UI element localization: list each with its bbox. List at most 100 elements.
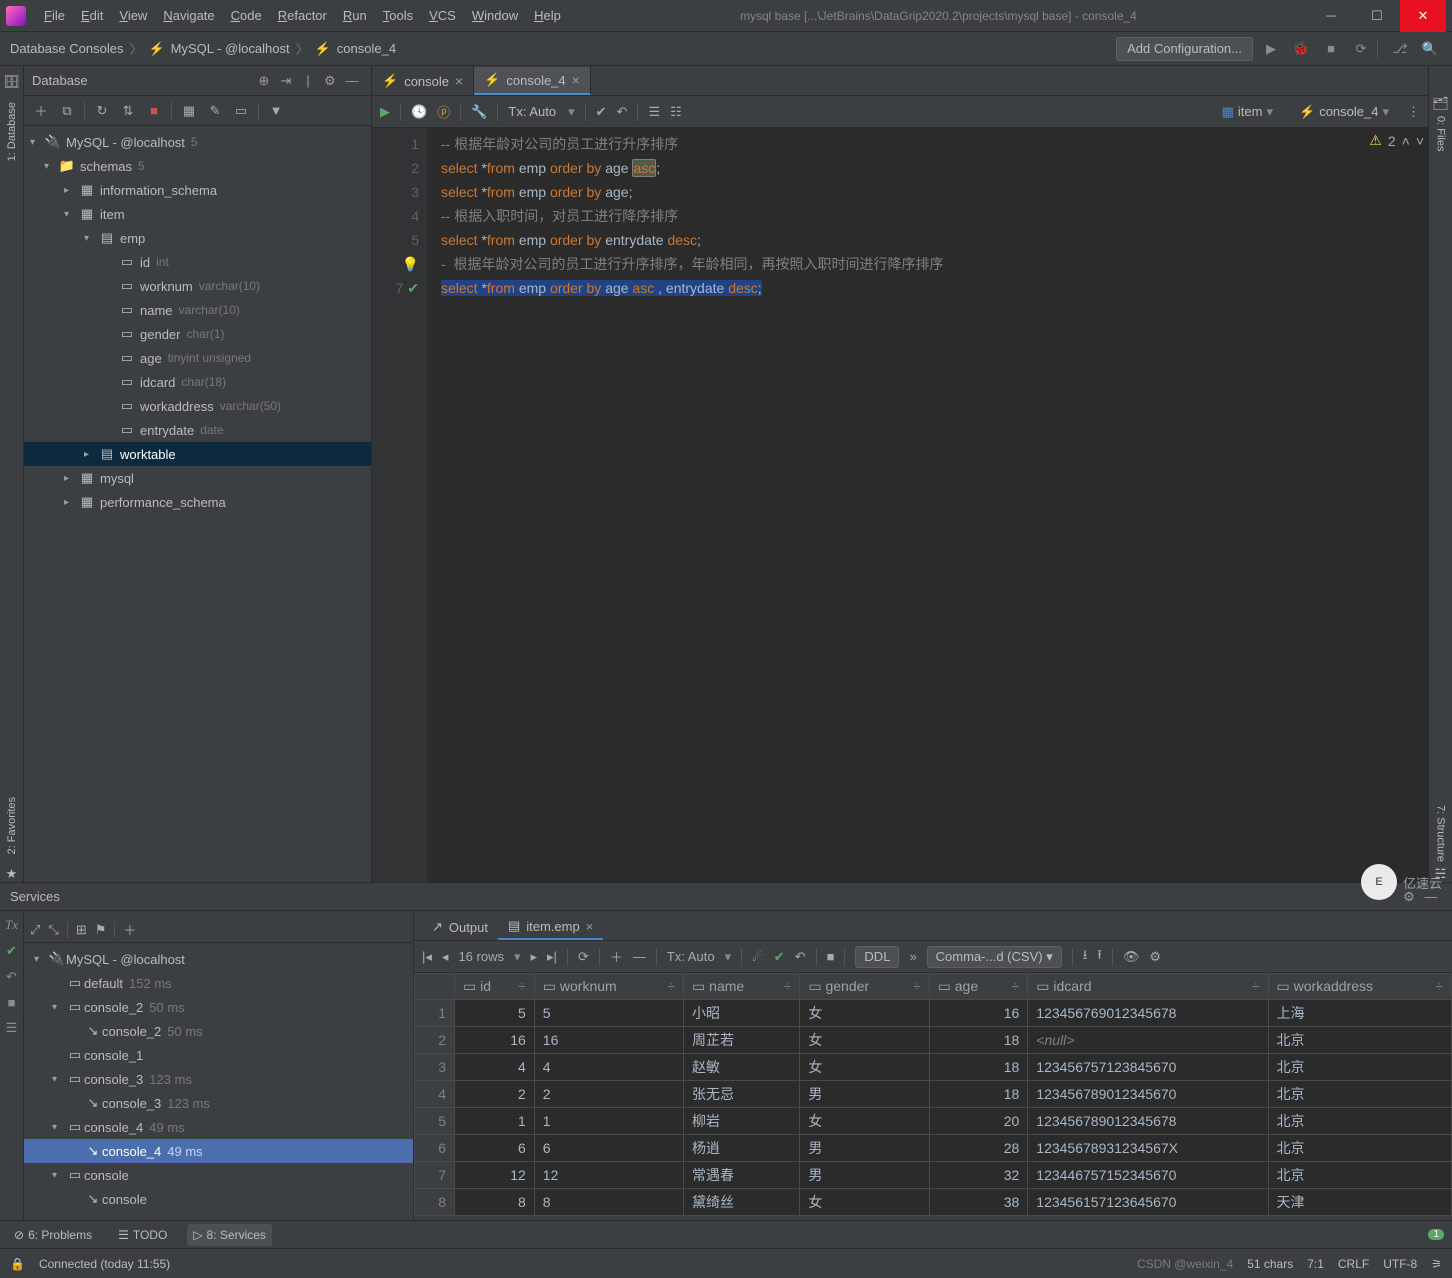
service-row[interactable]: ▾▭console_449 ms [24,1115,413,1139]
table-row[interactable]: 888黛绮丝女38123456157123645670天津 [415,1189,1452,1216]
more-icon[interactable]: ⋮ [1407,104,1420,120]
menu-run[interactable]: Run [335,8,375,23]
tree-row[interactable]: ▸▦mysql [24,466,371,490]
tree-row[interactable]: ▾🔌MySQL - @localhost5 [24,130,371,154]
database-tool-icon[interactable]: 🗄 [3,74,20,90]
close-icon[interactable]: × [455,73,463,89]
first-page-icon[interactable]: |◂ [422,949,432,965]
last-page-icon[interactable]: ▸| [547,949,557,965]
service-row[interactable]: ▾▭console_250 ms [24,995,413,1019]
grid-icon[interactable]: ▦ [178,100,200,122]
tree-row[interactable]: ▾▤emp [24,226,371,250]
tab-problems[interactable]: ⊘6: Problems [8,1224,98,1246]
plan-icon[interactable]: ☷ [670,104,682,120]
tree-row[interactable]: ▸▦performance_schema [24,490,371,514]
service-row[interactable]: ▭default152 ms [24,971,413,995]
favorites-icon[interactable]: ★ [6,866,18,882]
breadcrumb-item[interactable]: MySQL - @localhost [171,41,290,56]
menu-tools[interactable]: Tools [375,8,421,23]
console-selector[interactable]: ⚡console_4▾ [1291,104,1397,120]
remove-row-icon[interactable]: — [633,949,646,964]
gear-icon[interactable]: ⚙ [1149,949,1161,965]
menu-window[interactable]: Window [464,8,526,23]
target-icon[interactable]: ⊕ [253,73,275,89]
service-row[interactable]: ▾▭console [24,1163,413,1187]
close-icon[interactable]: × [572,72,580,88]
add-icon[interactable]: ＋ [30,100,52,122]
sidebar-tab-files[interactable]: 0: Files [1435,112,1447,155]
tree-row[interactable]: ▭entrydatedate [24,418,371,442]
export-button[interactable]: Comma-...d (CSV) ▾ [927,946,1062,968]
table-row[interactable]: 155小昭女16123456769012345678上海 [415,1000,1452,1027]
files-icon[interactable]: 🗂 [1432,96,1449,112]
commit-icon[interactable]: ✔ [596,104,607,120]
menu-navigate[interactable]: Navigate [155,8,222,23]
column-header[interactable]: ▭ age÷ [929,974,1028,1000]
git-icon[interactable]: ⎇ [1388,37,1412,61]
service-row[interactable]: ▭console_1 [24,1043,413,1067]
table-row[interactable]: 511柳岩女20123456789012345678北京 [415,1108,1452,1135]
tree-row[interactable]: ▭genderchar(1) [24,322,371,346]
service-row[interactable]: ↘console_449 ms [24,1139,413,1163]
menu-view[interactable]: View [111,8,155,23]
add-row-icon[interactable]: ＋ [610,947,623,966]
table-row[interactable]: 422张无忌男18123456789012345670北京 [415,1081,1452,1108]
expand-icon[interactable]: ⤢ [30,922,40,938]
group-icon[interactable]: ⊞ [76,922,87,938]
status-crlf[interactable]: CRLF [1338,1257,1369,1271]
sidebar-tab-structure[interactable]: 7: Structure [1435,801,1447,866]
download-icon[interactable]: ⭳ [1083,946,1088,968]
status-enc[interactable]: UTF-8 [1383,1257,1417,1271]
sync-icon[interactable]: ⇅ [117,100,139,122]
tab-services[interactable]: ▷8: Services [187,1224,272,1246]
execute-icon[interactable]: ▶ [380,104,390,120]
warning-icon[interactable]: ⚠ [1369,132,1382,149]
column-header[interactable]: ▭ id÷ [455,974,535,1000]
minimize-button[interactable]: ─ [1308,0,1354,32]
run-icon[interactable]: ▶ [1259,37,1283,61]
stop-icon[interactable]: ■ [827,949,835,964]
rollback-icon[interactable]: ↶ [617,104,628,120]
rollback-icon[interactable]: ↶ [6,969,17,985]
settings-icon[interactable]: 🔧 [471,104,487,120]
close-button[interactable]: ✕ [1400,0,1446,32]
explain-icon[interactable]: ☰ [648,104,660,120]
profile-icon[interactable]: ⓟ [437,102,450,121]
collapse-icon[interactable]: ⤡ [48,922,58,938]
service-row[interactable]: ↘console [24,1187,413,1211]
jump-icon[interactable]: ☄ [752,949,764,965]
menu-code[interactable]: Code [223,8,270,23]
edit-icon[interactable]: ✎ [204,100,226,122]
view-icon[interactable]: 👁 [1123,949,1140,965]
refresh-icon[interactable]: ↻ [91,100,113,122]
duplicate-icon[interactable]: ⧉ [56,100,78,122]
tree-row[interactable]: ▸▤worktable [24,442,371,466]
column-header[interactable]: ▭ worknum÷ [534,974,683,1000]
add-icon[interactable]: ＋ [123,920,136,939]
column-header[interactable]: ▭ idcard÷ [1028,974,1268,1000]
service-row[interactable]: ↘console_3123 ms [24,1091,413,1115]
gear-icon[interactable]: ⚙ [319,73,341,89]
tab-todo[interactable]: ☰TODO [112,1224,173,1246]
breadcrumb-item[interactable]: console_4 [337,41,396,56]
add-configuration-button[interactable]: Add Configuration... [1116,37,1253,61]
tree-row[interactable]: ▭workaddressvarchar(50) [24,394,371,418]
editor-tab[interactable]: ⚡console× [372,67,474,95]
column-header[interactable]: ▭ gender÷ [800,974,929,1000]
table-row[interactable]: 344赵敏女18123456757123845670北京 [415,1054,1452,1081]
tree-row[interactable]: ▭agetinyint unsigned [24,346,371,370]
collapse-icon[interactable]: ⇥ [275,73,297,89]
tree-row[interactable]: ▭idint [24,250,371,274]
event-badge[interactable]: 1 [1428,1229,1444,1240]
commit-icon[interactable]: ✔ [6,943,17,959]
menu-file[interactable]: File [36,8,73,23]
tree-row[interactable]: ▾▦item [24,202,371,226]
tree-row[interactable]: ▸▦information_schema [24,178,371,202]
maximize-button[interactable]: ☐ [1354,0,1400,32]
editor-tab[interactable]: ⚡console_4× [474,67,591,95]
tx-mode[interactable]: Tx: Auto [508,104,556,119]
result-grid[interactable]: ▭ id÷▭ worknum÷▭ name÷▭ gender÷▭ age÷▭ i… [414,973,1452,1220]
commit-icon[interactable]: ✔ [774,949,785,965]
debug-icon[interactable]: 🐞 [1289,37,1313,61]
tx-icon[interactable]: Tx [5,917,18,933]
